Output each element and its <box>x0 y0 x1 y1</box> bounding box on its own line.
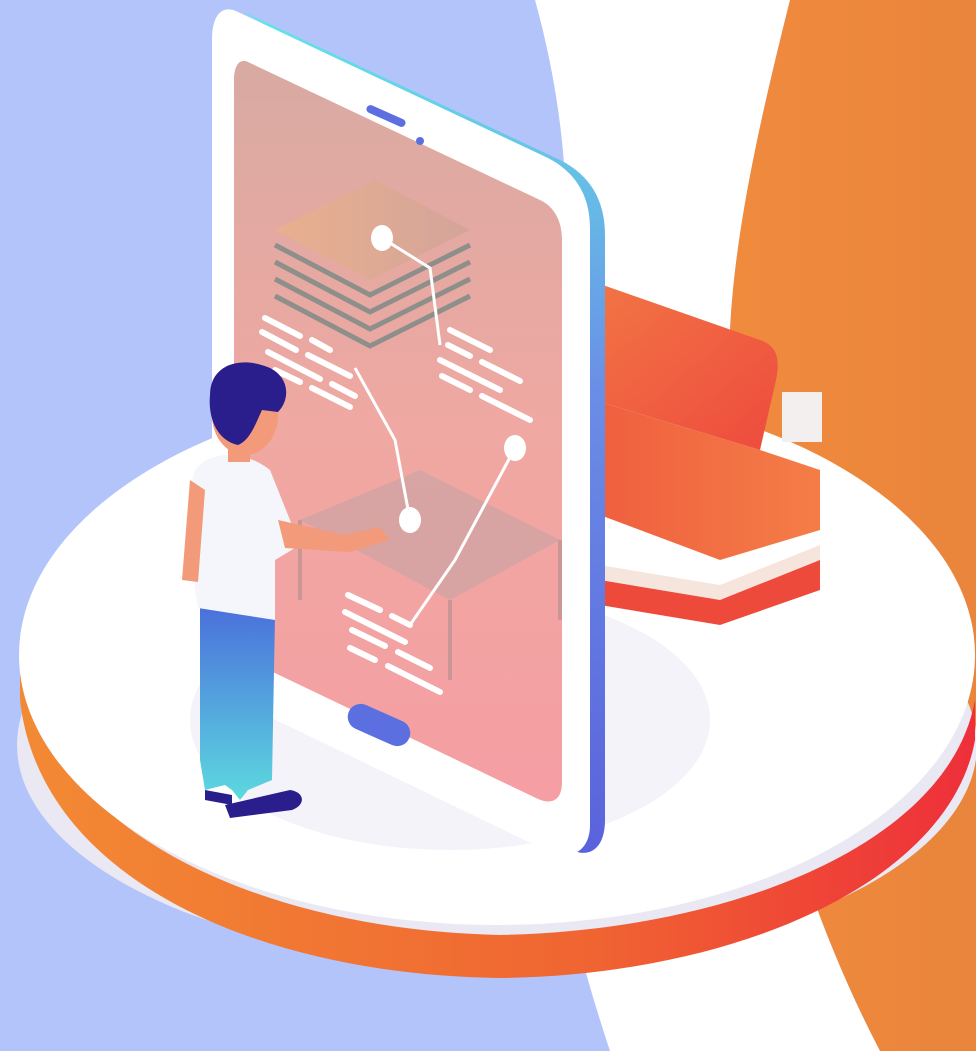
phone-camera <box>416 137 424 145</box>
connector-node <box>399 507 421 533</box>
ar-furniture-illustration <box>0 0 976 1051</box>
connector-node <box>371 225 393 251</box>
sofa-armrest-light <box>782 392 822 442</box>
person-pants <box>200 600 275 800</box>
connector-node <box>504 435 526 461</box>
